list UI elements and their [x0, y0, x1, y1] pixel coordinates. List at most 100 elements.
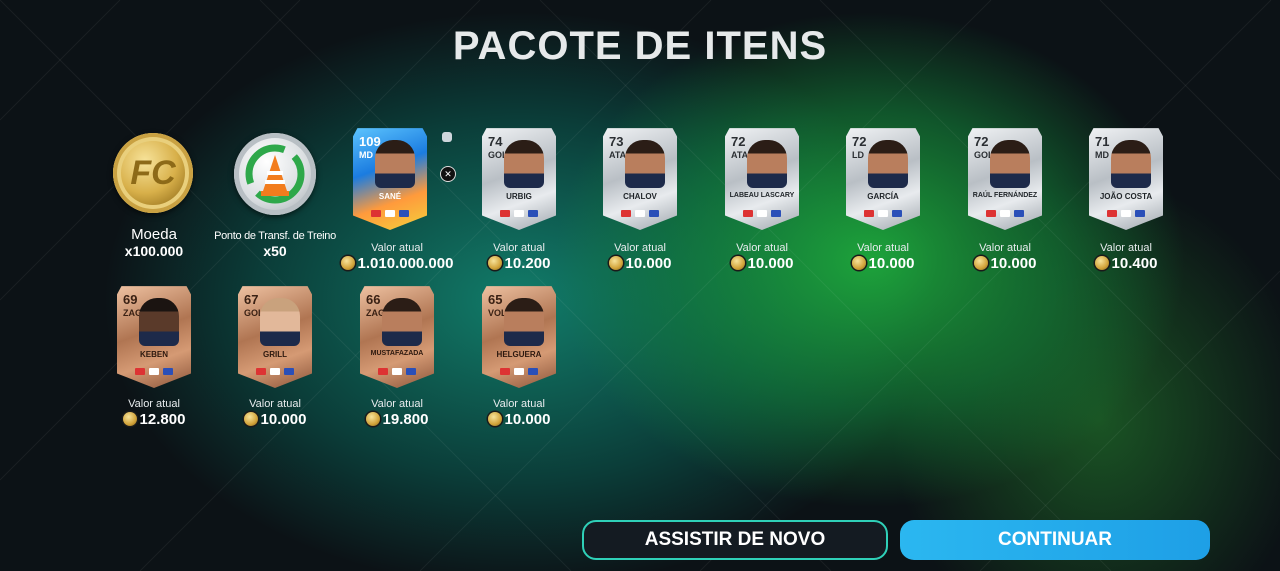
player-portrait [375, 140, 415, 188]
player-portrait [504, 140, 544, 188]
player-portrait [260, 298, 300, 346]
player-value: 10.200 [458, 255, 580, 272]
player-name: KEBEN [139, 350, 168, 359]
continue-button[interactable]: CONTINUAR [900, 520, 1210, 560]
value-amount: 12.800 [139, 411, 186, 428]
player-flags [858, 204, 908, 217]
value-label: Valor atual [371, 398, 423, 410]
value-amount: 10.000 [990, 255, 1037, 272]
player-card: 72 GOL RAÚL FERNÁNDEZ [968, 128, 1042, 230]
value-label: Valor atual [857, 242, 909, 254]
player-value: 1.010.000.000 [336, 255, 458, 272]
reward-quantity: x100.000 [124, 243, 184, 259]
player-item[interactable]: 74 GOL URBIG Valor atual 10.200 [458, 126, 580, 274]
player-rating: 74 [488, 134, 503, 149]
untradeable-icon: ✕ [440, 166, 456, 182]
player-value: 10.000 [701, 255, 823, 272]
coin-icon [340, 256, 355, 270]
player-name: URBIG [506, 192, 532, 201]
player-name: RAÚL FERNÁNDEZ [972, 192, 1038, 199]
player-item[interactable]: 73 ATA CHALOV Valor atual 10.000 [579, 126, 701, 274]
player-flags [365, 204, 415, 217]
reward-training[interactable]: Ponto de Transf. de Treino x50 [214, 133, 336, 263]
player-item[interactable]: 109 MD SANÉ ✕ Valor atual 1.010.000.000 [336, 126, 458, 274]
player-flags [1101, 204, 1151, 217]
player-card: 109 MD SANÉ [353, 128, 427, 230]
player-position: MD [1095, 150, 1109, 160]
reward-quantity: x50 [263, 243, 287, 259]
player-card: 65 VOL HELGUERA [482, 286, 556, 388]
player-rating: 67 [244, 292, 259, 307]
value-amount: 10.000 [504, 411, 551, 428]
player-card: 74 GOL URBIG [482, 128, 556, 230]
player-value: 10.000 [458, 411, 580, 428]
player-item[interactable]: 69 ZAG KEBEN Valor atual 12.800 [93, 284, 215, 432]
player-item[interactable]: 67 GOL GRILL Valor atual 10.000 [214, 284, 336, 432]
player-card: 69 ZAG KEBEN [117, 286, 191, 388]
player-position: MD [359, 150, 373, 160]
reward-label: Ponto de Transf. de Treino [214, 230, 336, 242]
value-amount: 10.000 [260, 411, 307, 428]
player-card: 71 MD JOÃO COSTA [1089, 128, 1163, 230]
value-label: Valor atual [249, 398, 301, 410]
player-value: 10.000 [579, 255, 701, 272]
player-flags [494, 362, 544, 375]
reward-label: Moeda [131, 226, 177, 243]
player-item[interactable]: 72 GOL RAÚL FERNÁNDEZ Valor atual 10.000 [944, 126, 1066, 274]
coin-icon [365, 412, 380, 426]
value-label: Valor atual [736, 242, 788, 254]
player-portrait [990, 140, 1030, 188]
coin-icon [1094, 256, 1109, 270]
player-value: 12.800 [93, 411, 215, 428]
player-portrait [504, 298, 544, 346]
replay-button[interactable]: ASSISTIR DE NOVO [582, 520, 888, 560]
player-name: SANÉ [378, 192, 402, 201]
player-name: JOÃO COSTA [1099, 192, 1153, 201]
value-label: Valor atual [1100, 242, 1152, 254]
player-name: CHALOV [623, 192, 657, 201]
coin-icon [122, 412, 137, 426]
player-flags [372, 362, 422, 375]
player-card: 66 ZAG MUSTAFAZADA [360, 286, 434, 388]
player-card: 72 ATA LABEAU LASCARY [725, 128, 799, 230]
player-portrait [139, 298, 179, 346]
player-name: GARCÍA [867, 192, 899, 201]
player-rating: 72 [731, 134, 746, 149]
player-name: LABEAU LASCARY [729, 192, 795, 199]
player-rating: 73 [609, 134, 624, 149]
player-rating: 66 [366, 292, 381, 307]
player-position: LD [852, 150, 864, 160]
value-label: Valor atual [371, 242, 423, 254]
player-name: MUSTAFAZADA [370, 350, 424, 357]
player-value: 10.400 [1065, 255, 1187, 272]
player-item[interactable]: 65 VOL HELGUERA Valor atual 10.000 [458, 284, 580, 432]
reward-coin[interactable]: FC Moeda x100.000 [93, 133, 215, 263]
player-value: 10.000 [822, 255, 944, 272]
coin-icon [973, 256, 988, 270]
player-item[interactable]: 72 LD GARCÍA Valor atual 10.000 [822, 126, 944, 274]
player-item[interactable]: 66 ZAG MUSTAFAZADA Valor atual 19.800 [336, 284, 458, 432]
player-item[interactable]: 71 MD JOÃO COSTA Valor atual 10.400 [1065, 126, 1187, 274]
player-flags [250, 362, 300, 375]
player-flags [737, 204, 787, 217]
player-flags [615, 204, 665, 217]
player-item[interactable]: 72 ATA LABEAU LASCARY Valor atual 10.000 [701, 126, 823, 274]
coin-icon [487, 412, 502, 426]
player-rating: 72 [974, 134, 989, 149]
value-label: Valor atual [979, 242, 1031, 254]
player-card: 72 LD GARCÍA [846, 128, 920, 230]
coin-icon [243, 412, 258, 426]
training-transfer-icon [234, 133, 316, 215]
value-amount: 10.400 [1111, 255, 1158, 272]
coin-icon [487, 256, 502, 270]
value-label: Valor atual [128, 398, 180, 410]
player-rating: 72 [852, 134, 867, 149]
player-position: ATA [609, 150, 627, 160]
player-portrait [1111, 140, 1151, 188]
value-label: Valor atual [493, 242, 545, 254]
coin-icon [851, 256, 866, 270]
value-amount: 10.000 [747, 255, 794, 272]
player-portrait [747, 140, 787, 188]
value-amount: 19.800 [382, 411, 429, 428]
player-portrait [868, 140, 908, 188]
